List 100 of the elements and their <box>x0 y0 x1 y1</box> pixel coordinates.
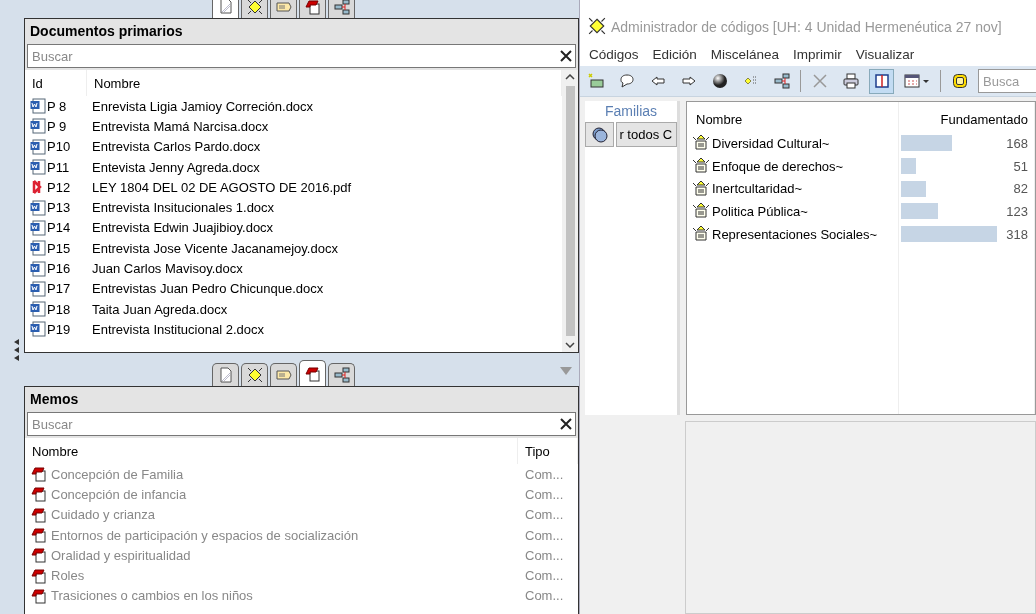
column-header[interactable]: Nombre <box>692 111 743 127</box>
document-name[interactable]: Taita Juan Agreda.docx <box>87 301 228 317</box>
document-icon <box>217 367 234 383</box>
memo-type: Com... <box>525 507 564 523</box>
menu-item[interactable]: Miscelánea <box>710 46 780 62</box>
code-name[interactable]: Inertcultaridad~ <box>712 181 802 197</box>
menu-item[interactable]: Códigos <box>589 46 639 62</box>
window-title: Administrador de códigos [UH: 4 Unidad Hermenéutica 27 nov] <box>611 19 1002 35</box>
filter-icon <box>951 73 968 89</box>
word-file-icon <box>30 118 46 135</box>
grounded-count: 82 <box>1012 181 1028 197</box>
panel-tab[interactable] <box>299 360 326 386</box>
panel-tab[interactable] <box>241 363 268 386</box>
menu-item[interactable]: Visualizar <box>855 46 915 62</box>
document-id: P17 <box>47 281 71 297</box>
panel-tab[interactable] <box>212 363 239 386</box>
document-name[interactable]: Entrevista Insitucionales 1.docx <box>87 200 275 216</box>
memo-type: Com... <box>525 466 564 482</box>
code-icon <box>692 179 710 198</box>
word-file-icon <box>30 321 46 338</box>
memo-icon <box>31 527 47 544</box>
quotation-icon <box>275 367 292 383</box>
menu-item[interactable]: Edición <box>652 46 697 62</box>
memo-type: Com... <box>525 486 564 502</box>
code-icon <box>692 202 710 221</box>
word-file-icon <box>30 98 46 115</box>
delete-icon <box>811 73 828 89</box>
close-icon[interactable] <box>559 49 573 63</box>
scroll-down-icon[interactable] <box>565 342 575 348</box>
memo-name[interactable]: Concepción de infancia <box>51 486 187 502</box>
memo-name[interactable]: Concepción de Familia <box>51 466 184 482</box>
code-name[interactable]: Diversidad Cultural~ <box>712 135 830 151</box>
document-name[interactable]: Entrevistas Juan Pedro Chicunque.docx <box>87 281 324 297</box>
overlapping-circles-icon <box>590 125 609 144</box>
grid-dropdown-icon <box>904 73 930 89</box>
toolbar-button[interactable] <box>869 68 894 94</box>
document-id: P18 <box>47 301 71 317</box>
document-name[interactable]: Entrevista Carlos Pardo.docx <box>87 139 261 155</box>
close-icon[interactable] <box>559 417 573 431</box>
memo-icon <box>31 567 47 584</box>
memo-name[interactable]: Entornos de participación y espacios de socialización <box>51 527 359 543</box>
memo-type: Com... <box>525 568 564 584</box>
code-name[interactable]: Enfoque de derechos~ <box>712 158 844 174</box>
code-icon <box>588 17 606 35</box>
document-name[interactable]: Entrevista Edwin Juajibioy.docx <box>87 220 274 236</box>
document-id: P13 <box>47 200 71 216</box>
collapse-arrows-icon[interactable] <box>13 338 21 362</box>
grounded-count: 51 <box>1012 158 1028 174</box>
speech-bubble-icon <box>618 73 635 89</box>
word-file-icon <box>30 219 46 236</box>
family-button[interactable] <box>585 122 615 147</box>
split-view-icon <box>873 73 890 89</box>
panel-tab[interactable] <box>328 0 355 18</box>
memo-name[interactable]: Cuidado y crianza <box>51 507 156 523</box>
family-filter-button[interactable]: r todos C <box>616 122 677 147</box>
column-header[interactable]: Nombre <box>25 438 518 464</box>
memo-name[interactable]: Roles <box>51 568 85 584</box>
grounded-bar <box>901 180 926 197</box>
memo-name[interactable]: Oralidad y espiritualidad <box>51 547 191 563</box>
memo-name[interactable]: Trasiciones o cambios en los niños <box>51 588 253 604</box>
document-name[interactable]: Entrevista Mamá Narcisa.docx <box>87 118 269 134</box>
new-code-icon <box>587 73 604 89</box>
column-header[interactable]: Id <box>25 70 87 96</box>
code-name[interactable]: Politica Pública~ <box>712 203 808 219</box>
code-icon <box>692 134 710 153</box>
document-id: P12 <box>47 179 71 195</box>
document-id: P 8 <box>47 98 67 114</box>
column-header[interactable]: Tipo <box>518 438 578 464</box>
code-icon <box>246 367 263 383</box>
families-title: Familias <box>603 102 659 121</box>
word-file-icon <box>30 260 46 277</box>
quotation-icon <box>275 0 292 15</box>
panel-tab[interactable] <box>299 0 326 18</box>
column-header[interactable]: Fundamentado <box>940 111 1028 127</box>
search-field[interactable]: Buscar <box>27 412 576 436</box>
document-name[interactable]: LEY 1804 DEL 02 DE AGOSTO DE 2016.pdf <box>87 179 352 195</box>
document-id: P11 <box>47 159 70 175</box>
left-arrow-icon <box>649 73 666 89</box>
grounded-bar <box>901 135 952 152</box>
document-name[interactable]: Juan Carlos Mavisoy.docx <box>87 261 243 276</box>
printer-icon <box>842 73 859 89</box>
network-icon <box>333 367 350 383</box>
grounded-count: 123 <box>1005 203 1028 219</box>
search-field[interactable]: Busca <box>978 69 1036 93</box>
code-name[interactable]: Representaciones Sociales~ <box>712 226 878 242</box>
document-name[interactable]: Enrevista Ligia Jamioy Correción.docx <box>87 98 314 114</box>
document-name[interactable]: Entevista Jenny Agreda.docx <box>87 159 260 175</box>
network-icon <box>333 0 350 15</box>
panel-tab[interactable] <box>241 0 268 18</box>
word-file-icon <box>30 199 46 216</box>
sphere-icon <box>711 73 728 89</box>
document-name[interactable]: Entrevista Jose Vicente Jacanamejoy.docx <box>87 240 338 256</box>
document-id: P16 <box>47 261 71 276</box>
document-name[interactable]: Entrevista Institucional 2.docx <box>87 321 264 337</box>
memo-icon <box>304 365 321 382</box>
search-field[interactable]: Buscar <box>27 44 576 68</box>
menu-item[interactable]: Imprimir <box>793 46 842 62</box>
scrollbar[interactable] <box>562 70 578 352</box>
memo-icon <box>31 466 47 483</box>
scroll-up-icon[interactable] <box>565 74 575 80</box>
